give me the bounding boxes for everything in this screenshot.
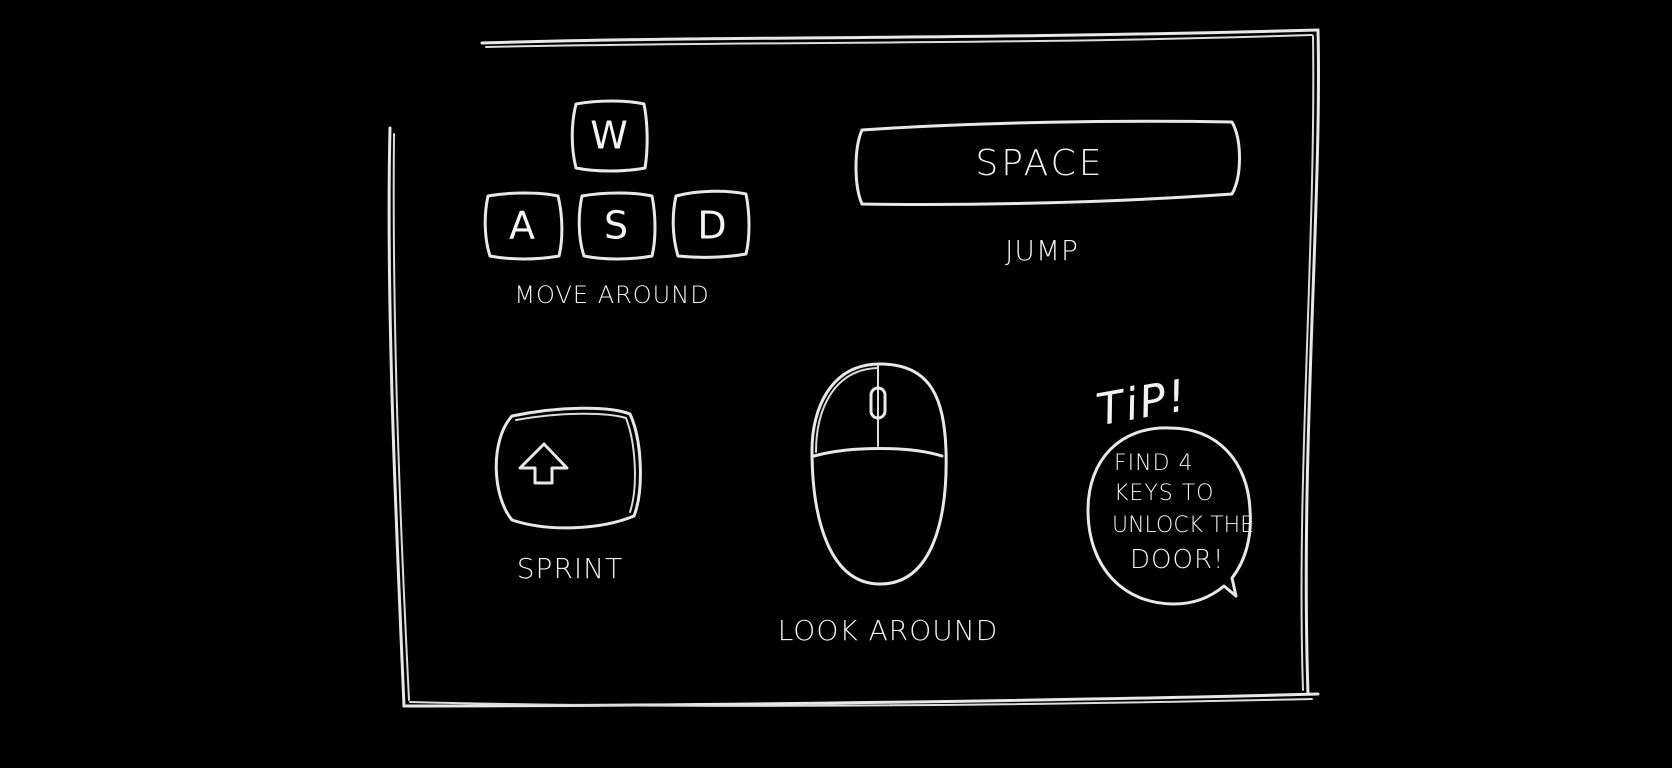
- key-w-label: W: [590, 114, 628, 158]
- tip-line-2: KEYS TO: [1114, 481, 1214, 506]
- key-d: D: [671, 189, 751, 259]
- shift-arrow-icon: [518, 442, 569, 485]
- look-around-label: LOOK AROUND: [778, 614, 999, 647]
- space-key: SPACE: [854, 119, 1241, 207]
- tip-line-4: DOOR!: [1130, 545, 1224, 575]
- space-key-label: SPACE: [975, 143, 1104, 184]
- wasd-keys: W A S D: [483, 99, 751, 261]
- key-s-label: S: [604, 204, 628, 248]
- tip-line-1: FIND 4: [1114, 451, 1194, 476]
- move-around-label: MOVE AROUND: [514, 281, 709, 309]
- key-w: W: [570, 99, 649, 173]
- tip-heading: TiP!: [1093, 370, 1192, 436]
- sprint-label: SPRINT: [517, 552, 623, 585]
- jump-label: JUMP: [1005, 234, 1079, 267]
- shift-key: [494, 406, 642, 530]
- mouse-icon: [810, 362, 948, 586]
- key-d-label: D: [697, 204, 726, 248]
- key-a-label: A: [509, 204, 535, 248]
- key-s: S: [577, 191, 657, 261]
- tip-line-3: UNLOCK THE: [1112, 513, 1254, 538]
- controls-screen: W A S D MOVE AROUND SPACE JUMP SPRINT LO…: [387, 28, 1320, 708]
- key-a: A: [483, 191, 564, 261]
